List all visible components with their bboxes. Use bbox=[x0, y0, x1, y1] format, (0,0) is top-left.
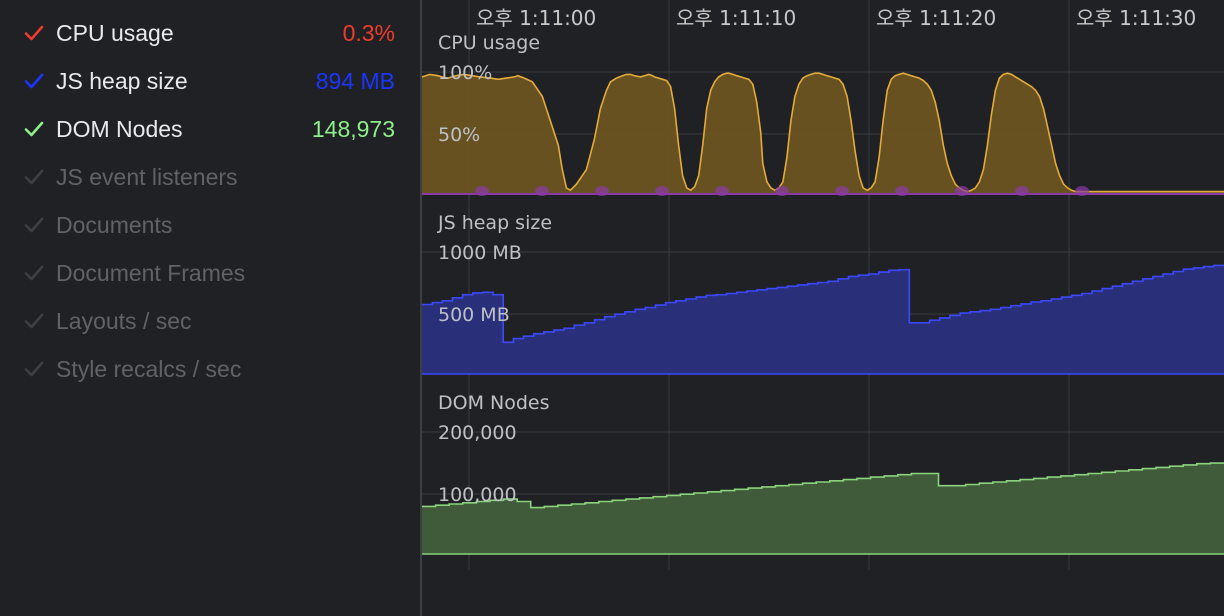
metric-row-documents[interactable]: Documents bbox=[0, 202, 420, 250]
metric-row-js-heap-size[interactable]: JS heap size 894 MB bbox=[0, 58, 420, 106]
time-label-2: 오후 1:11:10 bbox=[676, 6, 797, 30]
cpu-gc-bump-11 bbox=[1075, 186, 1089, 196]
metric-row-js-event-listeners[interactable]: JS event listeners bbox=[0, 154, 420, 202]
time-label-4: 오후 1:11:30 bbox=[1076, 6, 1197, 30]
metric-row-style-recalcs-sec[interactable]: Style recalcs / sec bbox=[0, 346, 420, 394]
cpu-chart-title: CPU usage bbox=[438, 32, 541, 54]
metric-value: 894 MB bbox=[315, 68, 395, 94]
cpu-gc-bump-2 bbox=[535, 186, 549, 196]
cpu-gc-bump-9 bbox=[955, 186, 969, 196]
metric-label: DOM Nodes bbox=[56, 116, 183, 142]
checkmark-icon[interactable] bbox=[24, 359, 44, 379]
checkmark-icon[interactable] bbox=[24, 263, 44, 283]
metric-row-layouts-sec[interactable]: Layouts / sec bbox=[0, 298, 420, 346]
checkmark-icon[interactable] bbox=[24, 215, 44, 235]
checkmark-icon[interactable] bbox=[24, 71, 44, 91]
metric-value: 0.3% bbox=[342, 20, 395, 46]
dom-area bbox=[422, 463, 1224, 554]
metric-label: Document Frames bbox=[56, 260, 246, 286]
cpu-gc-bump-1 bbox=[475, 186, 489, 196]
cpu-gc-bump-4 bbox=[655, 186, 669, 196]
cpu-gc-bump-7 bbox=[835, 186, 849, 196]
checkmark-icon[interactable] bbox=[24, 311, 44, 331]
cpu-tick-50: 50% bbox=[438, 124, 481, 146]
dom-tick-100k: 100,000 bbox=[438, 484, 517, 506]
metric-label: Layouts / sec bbox=[56, 308, 192, 334]
timeline-svg bbox=[422, 0, 1224, 570]
heap-tick-1000: 1000 MB bbox=[438, 242, 522, 264]
cpu-gc-bump-5 bbox=[715, 186, 729, 196]
metrics-sidebar: CPU usage 0.3% JS heap size 894 MB DOM Nodes… bbox=[0, 0, 420, 616]
heap-chart-title: JS heap size bbox=[438, 212, 553, 234]
metric-label: Documents bbox=[56, 212, 173, 238]
heap-area bbox=[422, 264, 1224, 374]
metric-row-dom-nodes[interactable]: DOM Nodes 148,973 bbox=[0, 106, 420, 154]
cpu-gc-bump-6 bbox=[775, 186, 789, 196]
cpu-gc-bump-8 bbox=[895, 186, 909, 196]
checkmark-icon[interactable] bbox=[24, 23, 44, 43]
dom-tick-200k: 200,000 bbox=[438, 422, 517, 444]
metric-row-cpu-usage[interactable]: CPU usage 0.3% bbox=[0, 10, 420, 58]
dom-chart-title: DOM Nodes bbox=[438, 392, 550, 414]
time-label-3: 오후 1:11:20 bbox=[876, 6, 997, 30]
performance-timeline: 오후 1:11:00 오후 1:11:10 오후 1:11:20 오후 1:11… bbox=[422, 0, 1224, 616]
checkmark-icon[interactable] bbox=[24, 119, 44, 139]
time-label-1: 오후 1:11:00 bbox=[476, 6, 597, 30]
metric-label: JS event listeners bbox=[56, 164, 238, 190]
metric-label: JS heap size bbox=[56, 68, 188, 94]
metric-value: 148,973 bbox=[311, 116, 395, 142]
checkmark-icon[interactable] bbox=[24, 167, 44, 187]
metric-label: CPU usage bbox=[56, 20, 174, 46]
cpu-tick-100: 100% bbox=[438, 62, 493, 84]
metric-label: Style recalcs / sec bbox=[56, 356, 242, 382]
cpu-gc-bump-3 bbox=[595, 186, 609, 196]
cpu-gc-bump-10 bbox=[1015, 186, 1029, 196]
metric-row-document-frames[interactable]: Document Frames bbox=[0, 250, 420, 298]
heap-tick-500: 500 MB bbox=[438, 304, 510, 326]
